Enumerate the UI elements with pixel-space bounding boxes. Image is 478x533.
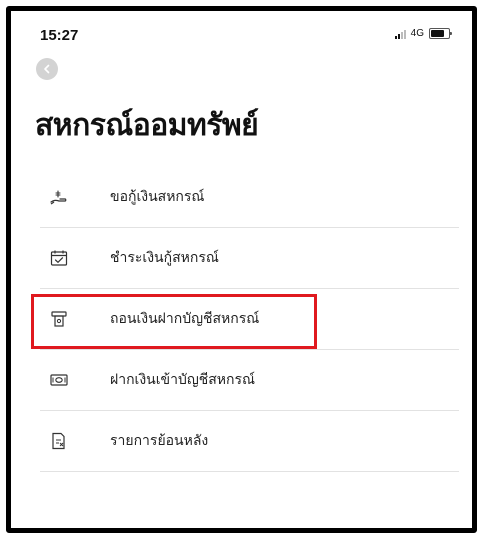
menu-item-loan-request[interactable]: ขอกู้เงินสหกรณ์	[40, 167, 459, 228]
chevron-left-icon	[44, 64, 50, 74]
menu-item-label: รายการย้อนหลัง	[110, 433, 209, 449]
cash-deposit-icon	[50, 374, 68, 386]
menu-item-label: ถอนเงินฝากบัญชีสหกรณ์	[110, 311, 260, 327]
menu-item-label: ชำระเงินกู้สหกรณ์	[110, 250, 219, 266]
menu-item-deposit[interactable]: ฝากเงินเข้าบัญชีสหกรณ์	[40, 350, 459, 411]
page-title: สหกรณ์ออมทรัพย์	[35, 108, 259, 143]
menu-item-label: ขอกู้เงินสหกรณ์	[110, 189, 205, 205]
battery-icon	[429, 28, 452, 39]
history-document-icon	[52, 432, 65, 450]
menu-item-history[interactable]: รายการย้อนหลัง	[40, 411, 459, 472]
signal-icon	[394, 29, 406, 39]
status-bar: 15:27 4G	[11, 11, 472, 51]
network-type: 4G	[410, 28, 424, 39]
menu-item-label: ฝากเงินเข้าบัญชีสหกรณ์	[110, 372, 256, 388]
hand-money-icon	[50, 190, 67, 205]
calendar-check-icon	[50, 250, 68, 266]
menu-list: ขอกู้เงินสหกรณ์ ชำระเงินกู้สหกรณ์ ถอนเงิ…	[40, 167, 459, 472]
status-indicators: 4G	[394, 28, 452, 39]
menu-item-loan-payment[interactable]: ชำระเงินกู้สหกรณ์	[40, 228, 459, 289]
status-time: 15:27	[40, 27, 79, 44]
back-button[interactable]	[36, 58, 58, 80]
atm-withdraw-icon	[51, 311, 67, 327]
phone-screen: 15:27 4G สหกรณ์ออมทรัพย์ ขอกู้เงินสหกรณ์	[6, 6, 477, 533]
menu-item-withdraw[interactable]: ถอนเงินฝากบัญชีสหกรณ์	[40, 289, 459, 350]
